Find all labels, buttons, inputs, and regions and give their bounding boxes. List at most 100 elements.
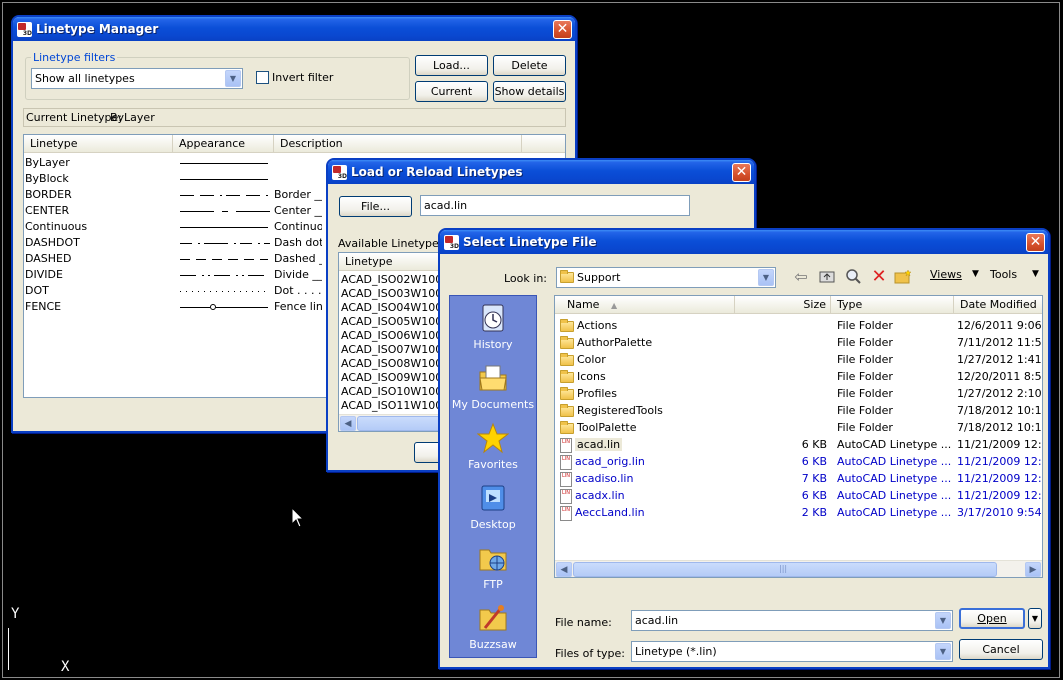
places-my-documents[interactable]: My Documents bbox=[450, 362, 536, 411]
look-in-select[interactable]: Support ▼ bbox=[556, 267, 776, 288]
linetype-filters-label: Linetype filters bbox=[31, 51, 118, 64]
load-button[interactable]: Load... bbox=[415, 55, 488, 76]
show-details-button[interactable]: Show details bbox=[493, 81, 566, 102]
column-header-linetype[interactable]: Linetype bbox=[24, 135, 173, 153]
linetype-manager-titlebar[interactable]: Linetype Manager ✕ bbox=[13, 17, 575, 41]
delete-button[interactable]: Delete bbox=[493, 55, 566, 76]
chevron-down-icon[interactable]: ▼ bbox=[935, 612, 951, 629]
linetype-appearance-sample bbox=[180, 267, 270, 283]
close-button[interactable]: ✕ bbox=[553, 20, 572, 39]
files-of-type-value: Linetype (*.lin) bbox=[635, 645, 717, 658]
new-folder-icon[interactable] bbox=[894, 267, 912, 285]
open-button[interactable]: Open bbox=[959, 608, 1025, 629]
folder-icon bbox=[560, 352, 574, 366]
file-name-input[interactable]: acad.lin ▼ bbox=[631, 610, 953, 631]
file-list-item[interactable]: LIN AeccLand.lin 2 KB AutoCAD Linetype ... 3… bbox=[555, 504, 1042, 521]
search-web-icon[interactable] bbox=[844, 267, 862, 285]
available-linetype-item[interactable]: ACAD_ISO07W100 bbox=[341, 343, 442, 357]
scroll-thumb[interactable] bbox=[357, 416, 447, 431]
tools-dropdown-icon[interactable]: ▼ bbox=[1032, 269, 1039, 279]
available-linetype-item[interactable]: ACAD_ISO11W100 bbox=[341, 399, 442, 413]
file-name-cell: LIN AeccLand.lin bbox=[560, 504, 735, 521]
current-linetype-label: Current Linetype: bbox=[26, 111, 123, 124]
file-button[interactable]: File... bbox=[339, 196, 412, 217]
file-list-item[interactable]: RegisteredTools File Folder 7/18/2012 10:1… bbox=[555, 402, 1042, 419]
invert-filter-checkbox[interactable] bbox=[256, 71, 269, 84]
file-list-item[interactable]: Icons File Folder 12/20/2011 8:52 bbox=[555, 368, 1042, 385]
column-header-name[interactable]: Name ▲ bbox=[555, 296, 735, 314]
file-name-text: AeccLand.lin bbox=[575, 506, 645, 519]
available-linetype-item[interactable]: ACAD_ISO04W100 bbox=[341, 301, 442, 315]
column-header-size[interactable]: Size bbox=[735, 296, 831, 314]
linetype-description: Border __ __ . __ __ . __ __ . __ __ . _… bbox=[274, 188, 322, 201]
places-history[interactable]: History bbox=[450, 302, 536, 351]
back-icon[interactable]: ⇦ bbox=[792, 267, 810, 286]
scroll-left-icon[interactable]: ◀ bbox=[556, 562, 572, 577]
views-menu[interactable]: Views bbox=[930, 268, 962, 281]
file-list[interactable]: Name ▲ Size Type Date Modified Actions Fi… bbox=[554, 295, 1043, 578]
load-linetypes-titlebar[interactable]: Load or Reload Linetypes ✕ bbox=[328, 160, 754, 184]
invert-filter-label[interactable]: Invert filter bbox=[272, 71, 333, 84]
available-linetype-item[interactable]: ACAD_ISO03W100 bbox=[341, 287, 442, 301]
column-header-type[interactable]: Type bbox=[831, 296, 954, 314]
scroll-left-icon[interactable]: ◀ bbox=[340, 416, 356, 431]
places-buzzsaw[interactable]: Buzzsaw bbox=[450, 602, 536, 651]
file-list-item[interactable]: LIN acad_orig.lin 6 KB AutoCAD Linetype ...… bbox=[555, 453, 1042, 470]
linetype-appearance-sample bbox=[180, 171, 270, 187]
file-list-item[interactable]: Actions File Folder 12/6/2011 9:06 A bbox=[555, 317, 1042, 334]
chevron-down-icon[interactable]: ▼ bbox=[935, 643, 951, 660]
ucs-x-label: X bbox=[61, 659, 70, 675]
window-title: Select Linetype File bbox=[463, 235, 597, 249]
file-list-item[interactable]: Profiles File Folder 1/27/2012 2:10 P bbox=[555, 385, 1042, 402]
chevron-down-icon[interactable]: ▼ bbox=[758, 269, 774, 286]
column-header-date-modified[interactable]: Date Modified bbox=[954, 296, 1042, 314]
column-header-appearance[interactable]: Appearance bbox=[173, 135, 274, 153]
current-button[interactable]: Current bbox=[415, 81, 488, 102]
file-name-cell: RegisteredTools bbox=[560, 402, 735, 419]
linetype-description: Dashed __ __ __ __ __ __ __ __ __ __ __ bbox=[274, 252, 322, 265]
file-name-text: Actions bbox=[577, 319, 618, 332]
file-list-item[interactable]: AuthorPalette File Folder 7/11/2012 11:58 bbox=[555, 334, 1042, 351]
places-ftp[interactable]: FTP bbox=[450, 542, 536, 591]
linetype-filter-select[interactable]: Show all linetypes ▼ bbox=[31, 68, 243, 89]
places-desktop[interactable]: Desktop bbox=[450, 482, 536, 531]
chevron-down-icon[interactable]: ▼ bbox=[225, 70, 241, 87]
file-list-item[interactable]: LIN acad.lin 6 KB AutoCAD Linetype ... 11/21… bbox=[555, 436, 1042, 453]
file-list-item[interactable]: LIN acadiso.lin 7 KB AutoCAD Linetype ... 11… bbox=[555, 470, 1042, 487]
file-name-cell: AuthorPalette bbox=[560, 334, 735, 351]
column-header-description[interactable]: Description bbox=[274, 135, 522, 153]
views-dropdown-icon[interactable]: ▼ bbox=[972, 269, 979, 279]
available-linetype-item[interactable]: ACAD_ISO08W100 bbox=[341, 357, 442, 371]
available-linetype-item[interactable]: ACAD_ISO05W100 bbox=[341, 315, 442, 329]
linetype-appearance-sample bbox=[180, 235, 270, 251]
available-linetype-item[interactable]: ACAD_ISO10W100 bbox=[341, 385, 442, 399]
open-options-button[interactable]: ▼ bbox=[1028, 608, 1042, 629]
file-list-item[interactable]: LIN acadx.lin 6 KB AutoCAD Linetype ... 11/2… bbox=[555, 487, 1042, 504]
file-date-cell: 11/21/2009 12:0 bbox=[957, 455, 1043, 468]
available-linetype-item[interactable]: ACAD_ISO09W100 bbox=[341, 371, 442, 385]
file-list-item[interactable]: Color File Folder 1/27/2012 1:41 P bbox=[555, 351, 1042, 368]
close-button[interactable]: ✕ bbox=[732, 163, 751, 182]
available-linetype-item[interactable]: ACAD_ISO02W100 bbox=[341, 273, 442, 287]
close-button[interactable]: ✕ bbox=[1026, 233, 1045, 252]
scroll-thumb[interactable]: ||| bbox=[573, 562, 997, 577]
scroll-right-icon[interactable]: ▶ bbox=[1025, 562, 1041, 577]
file-date-cell: 11/21/2009 12:0 bbox=[957, 472, 1043, 485]
file-list-item[interactable]: ToolPalette File Folder 7/18/2012 10:14 bbox=[555, 419, 1042, 436]
delete-icon[interactable]: ✕ bbox=[870, 266, 888, 287]
file-type-cell: File Folder bbox=[837, 353, 893, 366]
files-of-type-select[interactable]: Linetype (*.lin) ▼ bbox=[631, 641, 953, 662]
horizontal-scrollbar[interactable]: ◀ ||| ▶ bbox=[555, 560, 1042, 577]
select-file-titlebar[interactable]: Select Linetype File ✕ bbox=[440, 230, 1048, 254]
places-favorites[interactable]: Favorites bbox=[450, 422, 536, 471]
linetype-file-field[interactable]: acad.lin bbox=[420, 195, 690, 216]
linetype-appearance-sample bbox=[180, 155, 270, 171]
up-folder-icon[interactable] bbox=[818, 267, 836, 285]
file-type-cell: AutoCAD Linetype ... bbox=[837, 472, 951, 485]
cancel-button[interactable]: Cancel bbox=[959, 639, 1043, 660]
lin-file-icon: LIN bbox=[560, 505, 572, 521]
tools-menu[interactable]: Tools bbox=[990, 268, 1017, 281]
linetype-appearance-sample bbox=[180, 203, 270, 219]
available-linetype-item[interactable]: ACAD_ISO06W100 bbox=[341, 329, 442, 343]
linetype-name: BORDER bbox=[25, 188, 72, 201]
